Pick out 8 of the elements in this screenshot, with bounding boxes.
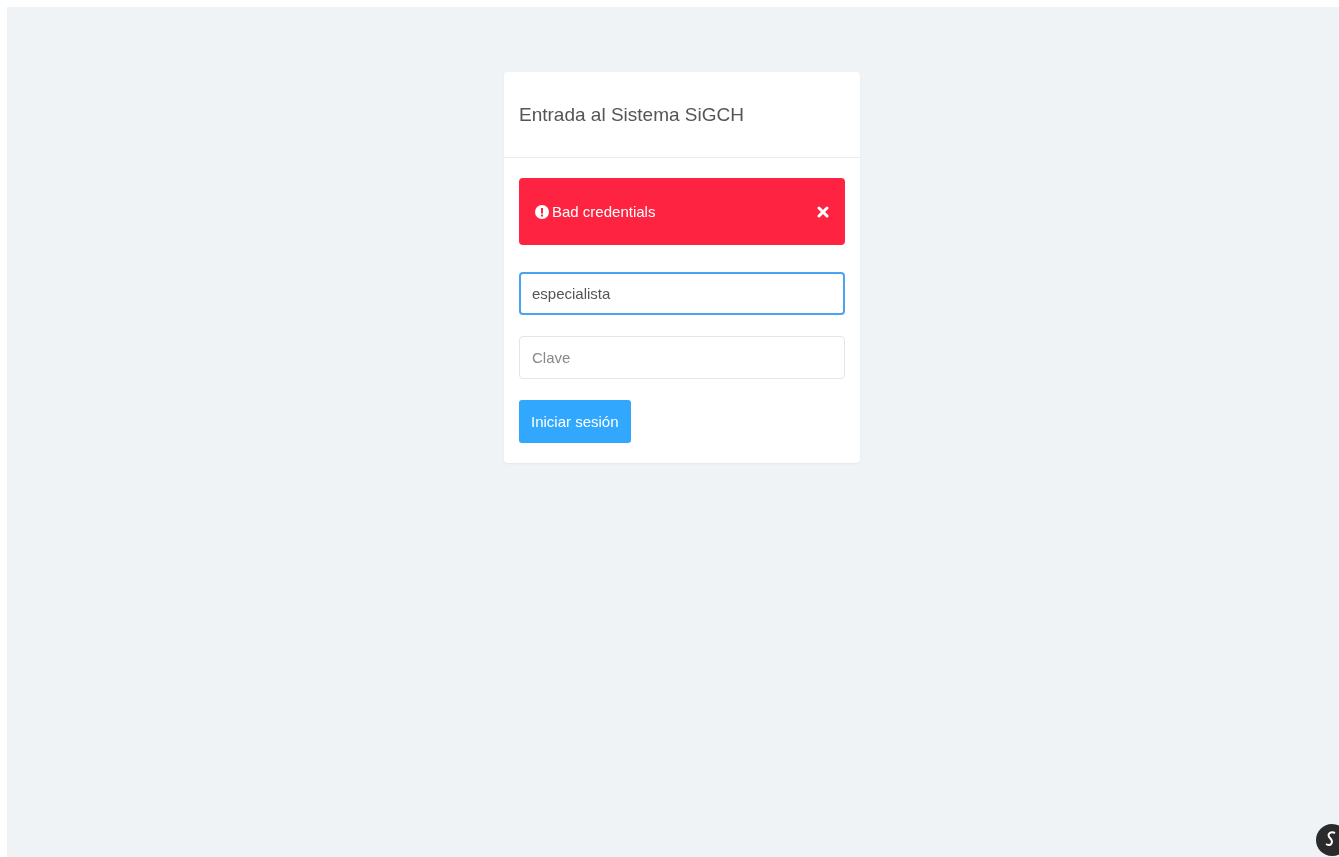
alert-message: Bad credentials <box>552 203 657 220</box>
floating-widget-icon[interactable] <box>1315 823 1339 857</box>
exclamation-icon <box>535 204 549 219</box>
close-icon <box>817 205 829 218</box>
username-field[interactable]: especialista <box>519 272 845 315</box>
password-field[interactable]: Clave <box>519 336 845 379</box>
card-title: Entrada al Sistema SiGCH <box>519 103 744 126</box>
close-button[interactable] <box>817 205 829 218</box>
